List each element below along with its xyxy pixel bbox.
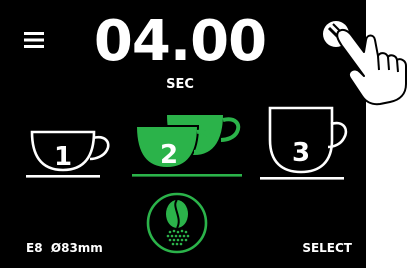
grinder-display-screen: 04.00 SEC 1 2 3 E8 Ø83mm SELECT <box>0 0 366 268</box>
grind-time-unit: SEC <box>166 77 194 92</box>
cup-number: 3 <box>291 138 311 168</box>
select-button[interactable]: SELECT <box>286 240 352 256</box>
grind-start-button[interactable] <box>146 192 208 254</box>
single-cup-button[interactable]: 1 <box>22 120 122 182</box>
cup-number: 2 <box>159 140 179 170</box>
coffee-bean-grind-icon <box>146 192 208 254</box>
settings-touch-area[interactable] <box>316 10 412 106</box>
pointing-hand-icon <box>336 28 407 106</box>
grind-setting-label: E8 Ø83mm <box>26 241 103 255</box>
grind-time-value: 04.00 <box>93 9 267 74</box>
double-cup-icon <box>132 113 242 177</box>
menu-icon[interactable] <box>24 30 46 50</box>
cup-number: 1 <box>53 142 73 172</box>
double-cup-button[interactable]: 2 <box>128 108 248 182</box>
triple-cup-button[interactable]: 3 <box>256 106 356 184</box>
